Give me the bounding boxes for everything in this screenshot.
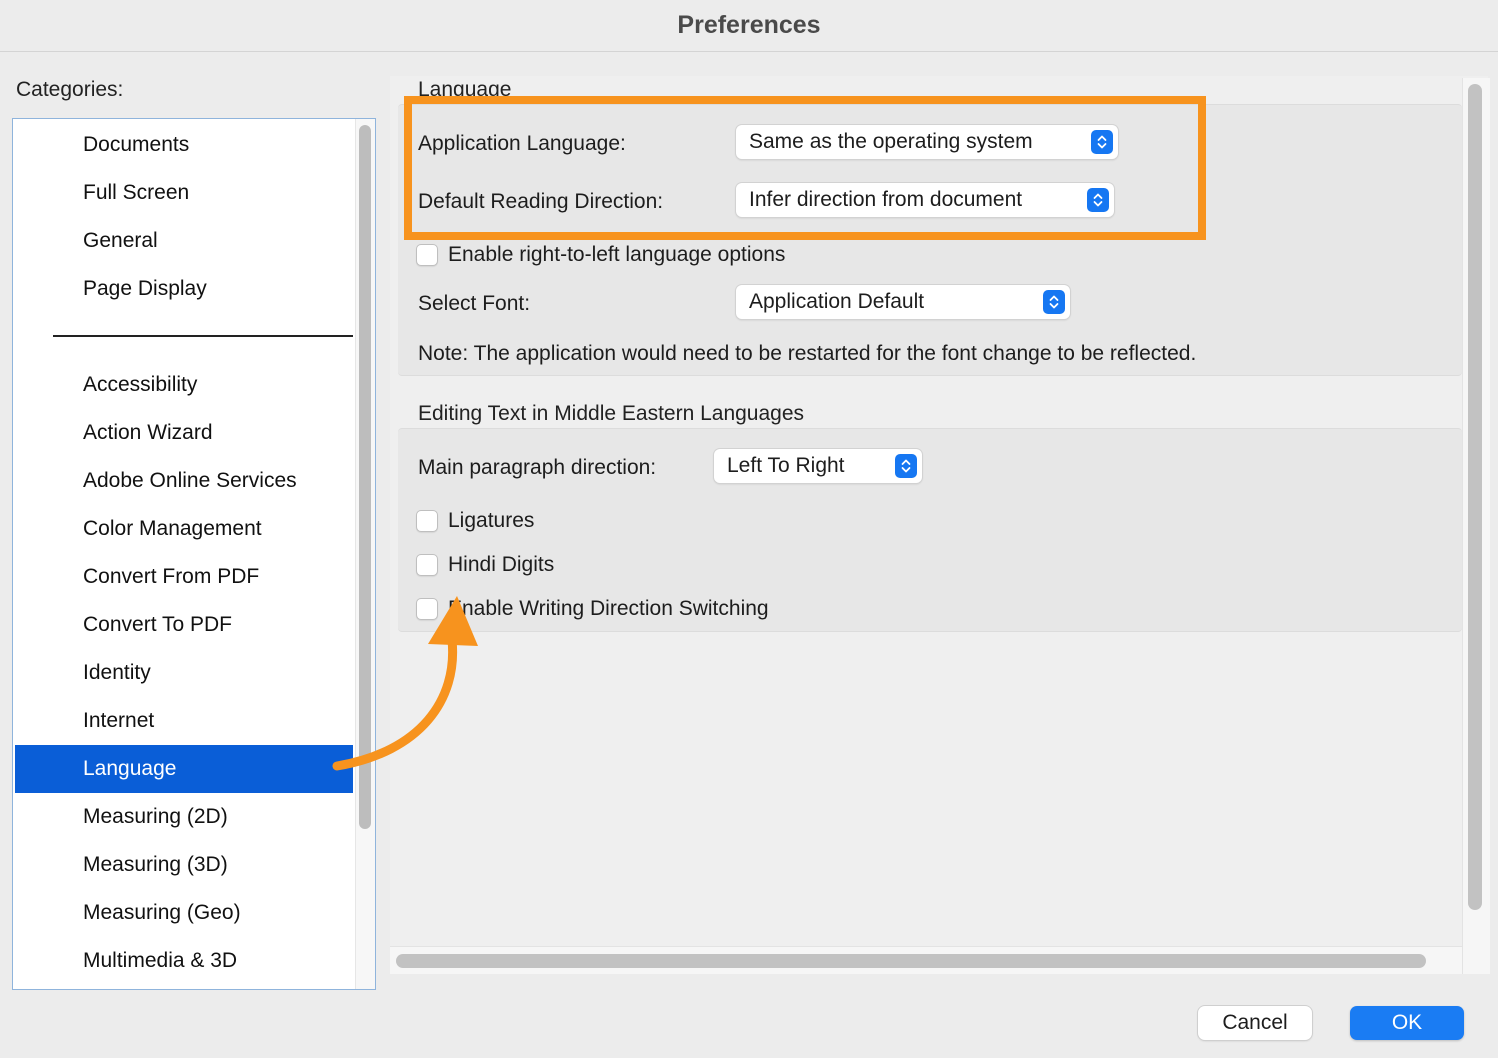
categories-list[interactable]: Documents Full Screen General Page Displ…	[12, 118, 376, 990]
writing-direction-label: Enable Writing Direction Switching	[448, 597, 769, 620]
category-item-identity[interactable]: Identity	[15, 649, 353, 697]
paragraph-direction-value: Left To Right	[727, 454, 845, 477]
ligatures-row[interactable]: Ligatures	[416, 509, 534, 533]
category-item-page-display[interactable]: Page Display	[15, 265, 353, 313]
rtl-options-checkbox[interactable]	[416, 244, 438, 266]
select-font-value: Application Default	[749, 290, 925, 313]
category-item-language[interactable]: Language	[15, 745, 353, 793]
category-item-convert-to-pdf[interactable]: Convert To PDF	[15, 601, 353, 649]
app-language-value: Same as the operating system	[749, 130, 1033, 153]
language-section-title: Language	[418, 78, 512, 101]
categories-label: Categories:	[16, 78, 124, 101]
window-title: Preferences	[677, 11, 821, 39]
ligatures-checkbox[interactable]	[416, 510, 438, 532]
ok-button[interactable]: OK	[1350, 1006, 1464, 1040]
category-item-convert-from-pdf[interactable]: Convert From PDF	[15, 553, 353, 601]
category-item-general[interactable]: General	[15, 217, 353, 265]
category-item-measuring-geo[interactable]: Measuring (Geo)	[15, 889, 353, 937]
category-item-internet[interactable]: Internet	[15, 697, 353, 745]
category-item-documents[interactable]: Documents	[15, 121, 353, 169]
hindi-digits-label: Hindi Digits	[448, 553, 555, 576]
category-item-action-wizard[interactable]: Action Wizard	[15, 409, 353, 457]
title-bar: Preferences	[0, 0, 1498, 52]
chevron-updown-icon	[1043, 290, 1065, 314]
category-item-full-screen[interactable]: Full Screen	[15, 169, 353, 217]
category-item-accessibility[interactable]: Accessibility	[15, 361, 353, 409]
paragraph-direction-select[interactable]: Left To Right	[714, 449, 922, 483]
hindi-digits-checkbox[interactable]	[416, 554, 438, 576]
settings-horizontal-scrollbar-thumb[interactable]	[396, 954, 1426, 968]
reading-direction-value: Infer direction from document	[749, 188, 1023, 211]
writing-direction-checkbox[interactable]	[416, 598, 438, 620]
chevron-updown-icon	[1091, 130, 1113, 154]
hindi-digits-row[interactable]: Hindi Digits	[416, 553, 554, 577]
settings-panel: Language Application Language: Same as t…	[390, 76, 1488, 974]
font-restart-note: Note: The application would need to be r…	[418, 342, 1197, 365]
category-item-multimedia-3d[interactable]: Multimedia & 3D	[15, 937, 353, 985]
app-language-select[interactable]: Same as the operating system	[736, 125, 1118, 159]
reading-direction-label: Default Reading Direction:	[418, 190, 664, 213]
category-item-measuring-2d[interactable]: Measuring (2D)	[15, 793, 353, 841]
categories-scrollbar-thumb[interactable]	[359, 125, 371, 829]
chevron-updown-icon	[895, 454, 917, 478]
paragraph-direction-label: Main paragraph direction:	[418, 456, 657, 479]
middle-eastern-section-title: Editing Text in Middle Eastern Languages	[418, 402, 805, 425]
settings-vertical-scrollbar-thumb[interactable]	[1468, 84, 1482, 910]
writing-direction-row[interactable]: Enable Writing Direction Switching	[416, 597, 769, 621]
app-language-label: Application Language:	[418, 132, 626, 155]
category-separator	[53, 335, 353, 337]
rtl-options-row[interactable]: Enable right-to-left language options	[416, 243, 785, 267]
category-item-measuring-3d[interactable]: Measuring (3D)	[15, 841, 353, 889]
select-font-select[interactable]: Application Default	[736, 285, 1070, 319]
rtl-options-label: Enable right-to-left language options	[448, 243, 786, 266]
reading-direction-select[interactable]: Infer direction from document	[736, 183, 1114, 217]
category-item-color-management[interactable]: Color Management	[15, 505, 353, 553]
cancel-button[interactable]: Cancel	[1198, 1006, 1312, 1040]
category-item-adobe-online-services[interactable]: Adobe Online Services	[15, 457, 353, 505]
chevron-updown-icon	[1087, 188, 1109, 212]
select-font-label: Select Font:	[418, 292, 531, 315]
ligatures-label: Ligatures	[448, 509, 535, 532]
